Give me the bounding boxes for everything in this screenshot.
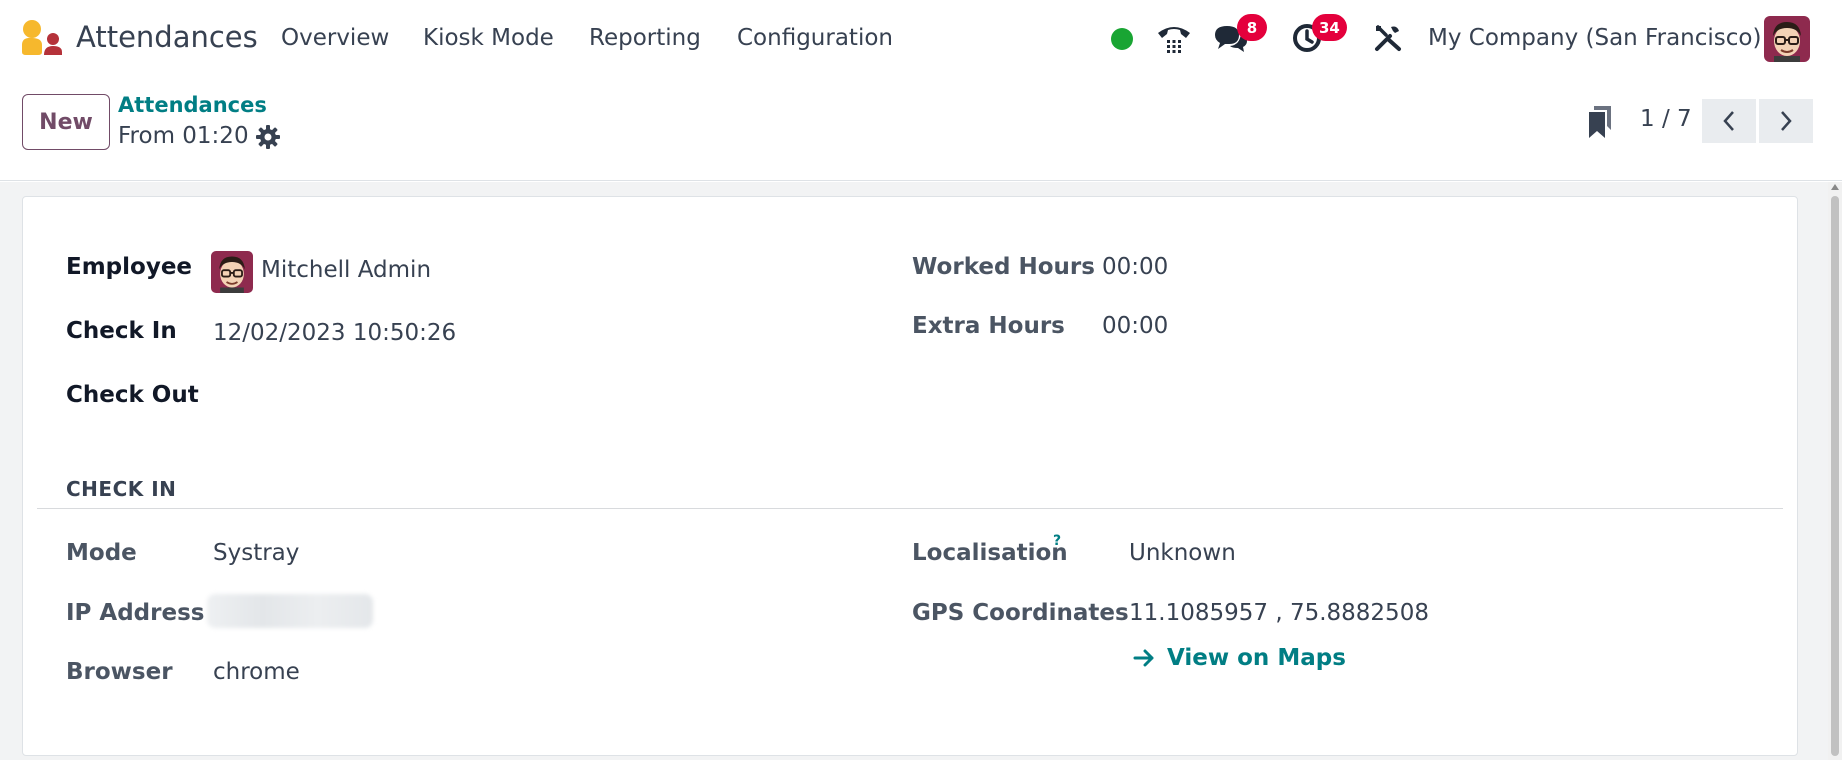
menu-overview[interactable]: Overview: [281, 25, 389, 51]
pager-value[interactable]: 1 / 7: [1640, 106, 1692, 132]
check-out-field[interactable]: [213, 382, 513, 412]
employee-label: Employee: [66, 254, 193, 280]
attendances-app-icon[interactable]: [20, 19, 62, 57]
arrow-right-icon: [1133, 649, 1154, 667]
control-panel: New Attendances From 01:20 1 / 7: [0, 78, 1842, 181]
presence-status-dot[interactable]: [1111, 28, 1133, 50]
check-in-label: Check In: [66, 318, 177, 344]
check-in-field[interactable]: 12/02/2023 10:50:26: [213, 320, 456, 346]
debug-tools-icon[interactable]: [1372, 20, 1404, 56]
employee-field[interactable]: Mitchell Admin: [261, 257, 431, 283]
form-view: Employee Mitchell Admin Check In 12/02/2…: [0, 182, 1842, 760]
pager-next-button[interactable]: [1759, 99, 1813, 143]
menu-kiosk-mode[interactable]: Kiosk Mode: [423, 25, 554, 51]
menu-configuration[interactable]: Configuration: [737, 25, 893, 51]
top-navbar: Attendances Overview Kiosk Mode Reportin…: [0, 0, 1842, 78]
scrollbar-thumb[interactable]: [1831, 196, 1839, 756]
check-out-label: Check Out: [66, 382, 199, 408]
new-button[interactable]: New: [22, 94, 110, 150]
activities-badge: 34: [1312, 14, 1347, 41]
view-on-maps-link[interactable]: View on Maps: [1133, 645, 1346, 671]
check-in-section-title: CHECK IN: [66, 477, 177, 501]
gps-coordinates-value: 11.1085957 , 75.8882508: [1129, 600, 1429, 626]
gear-icon[interactable]: [255, 124, 281, 150]
form-sheet: Employee Mitchell Admin Check In 12/02/2…: [22, 196, 1798, 756]
browser-label: Browser: [66, 659, 173, 685]
browser-value: chrome: [213, 659, 300, 685]
user-avatar[interactable]: [1764, 16, 1810, 62]
localisation-help-tooltip[interactable]: ?: [1053, 533, 1061, 549]
ip-address-label: IP Address: [66, 600, 205, 626]
pager-previous-button[interactable]: [1702, 99, 1756, 143]
messages-badge: 8: [1237, 14, 1267, 41]
section-divider: [37, 508, 1783, 509]
breadcrumb-attendances[interactable]: Attendances: [118, 93, 267, 117]
bookmark-icon[interactable]: [1585, 104, 1615, 140]
vertical-scrollbar[interactable]: [1828, 182, 1842, 760]
phone-icon[interactable]: [1156, 20, 1192, 56]
mode-label: Mode: [66, 540, 137, 566]
worked-hours-value: 00:00: [1102, 254, 1169, 280]
localisation-label: Localisation: [912, 540, 1068, 566]
gps-coordinates-label: GPS Coordinates: [912, 600, 1129, 626]
mode-value: Systray: [213, 540, 300, 566]
worked-hours-label: Worked Hours: [912, 254, 1095, 280]
view-on-maps-label: View on Maps: [1167, 645, 1346, 671]
scroll-up-arrow-icon[interactable]: [1831, 184, 1839, 190]
company-switcher[interactable]: My Company (San Francisco): [1428, 25, 1761, 51]
chevron-right-icon: [1781, 111, 1792, 131]
localisation-value: Unknown: [1129, 540, 1236, 566]
employee-avatar[interactable]: [211, 251, 253, 293]
extra-hours-label: Extra Hours: [912, 313, 1065, 339]
breadcrumb-current-record: From 01:20: [118, 123, 249, 149]
ip-address-value-redacted: [207, 594, 373, 628]
app-title[interactable]: Attendances: [76, 20, 258, 54]
menu-reporting[interactable]: Reporting: [589, 25, 701, 51]
chevron-left-icon: [1723, 111, 1734, 131]
extra-hours-value: 00:00: [1102, 313, 1169, 339]
